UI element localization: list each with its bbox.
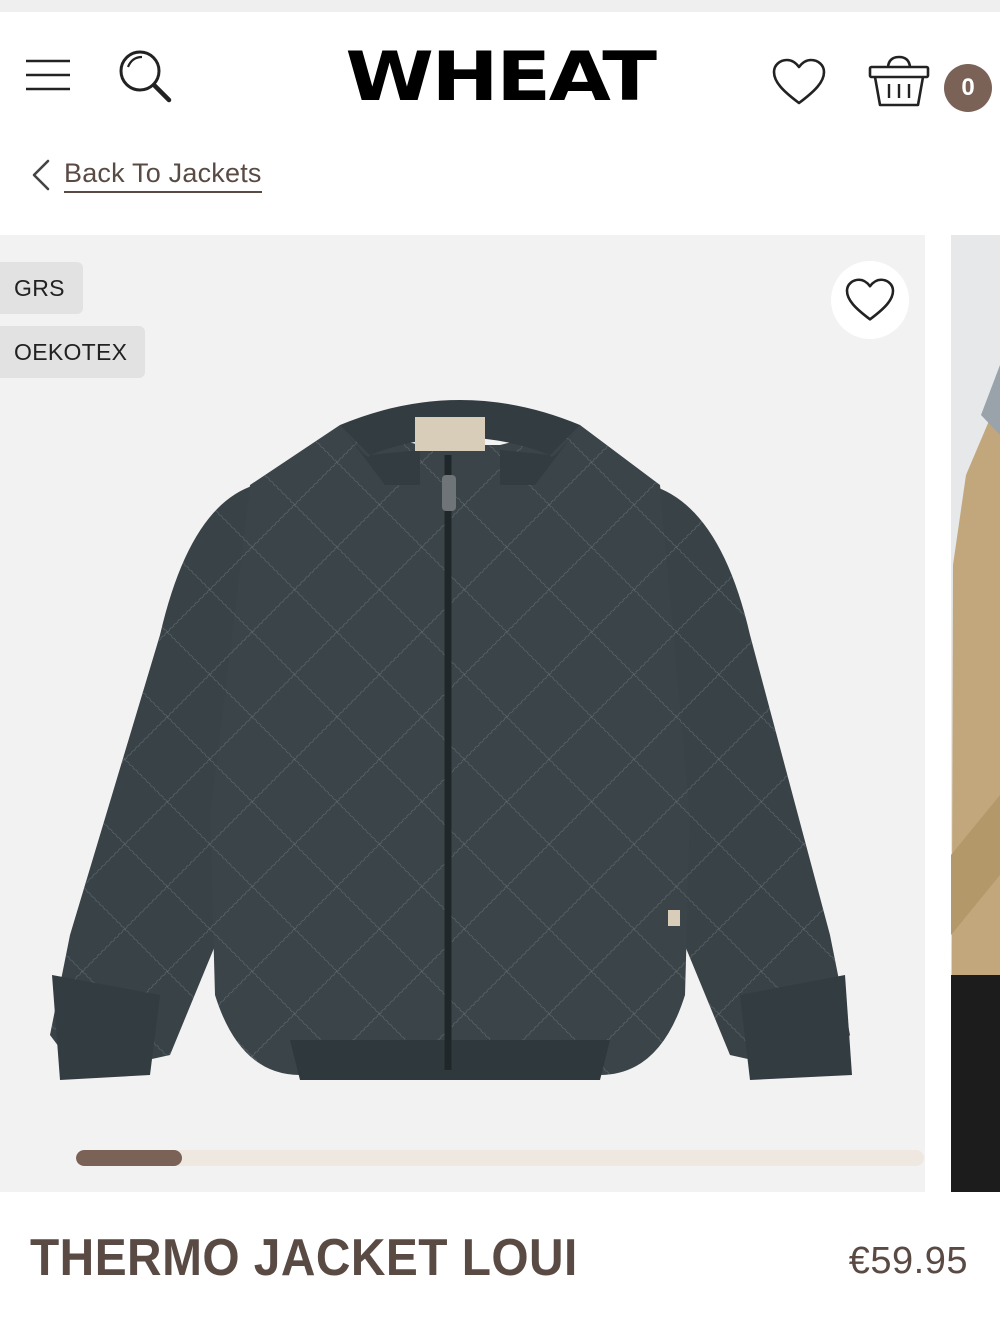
cart-button[interactable] <box>862 48 936 114</box>
hamburger-icon <box>26 59 70 91</box>
top-strip <box>0 0 1000 12</box>
wishlist-button[interactable] <box>766 52 832 112</box>
search-icon <box>119 50 172 103</box>
menu-button[interactable] <box>18 50 78 100</box>
chevron-left-icon <box>32 159 50 191</box>
search-button[interactable] <box>112 46 178 106</box>
site-header: WHEAT 0 <box>0 12 1000 140</box>
gallery-progress-bar[interactable] <box>76 1150 924 1166</box>
product-image-jacket <box>50 400 852 1080</box>
heart-icon <box>772 58 826 105</box>
back-to-jackets-link[interactable]: Back To Jackets <box>28 150 262 200</box>
heart-icon <box>845 278 895 321</box>
gallery-slide-next-peek[interactable] <box>951 235 1000 1192</box>
back-link-label: Back To Jackets <box>64 158 262 193</box>
product-price: €59.95 <box>848 1240 968 1282</box>
gallery-progress-fill <box>76 1150 182 1166</box>
gallery-slide-main[interactable]: GRS OEKOTEX <box>0 235 925 1192</box>
brand-logo[interactable]: WHEAT <box>299 42 700 114</box>
badge-grs: GRS <box>0 262 83 314</box>
product-title: THERMO JACKET LOUI <box>30 1229 578 1287</box>
basket-icon <box>868 55 930 107</box>
cart-count-badge[interactable]: 0 <box>944 64 992 112</box>
add-to-wishlist-button[interactable] <box>831 261 909 339</box>
product-gallery[interactable]: GRS OEKOTEX <box>0 235 1000 1192</box>
next-product-image <box>951 235 1000 1192</box>
